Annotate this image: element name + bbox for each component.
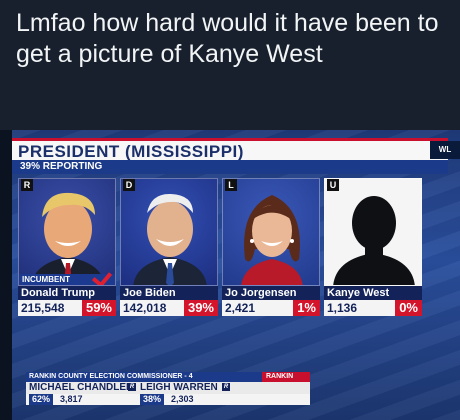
- station-logo: WL: [430, 141, 460, 159]
- vote-row: 142,018 39%: [120, 300, 218, 316]
- reporting-text: 39% REPORTING: [20, 161, 103, 172]
- candidate-name: Jo Jorgensen: [222, 286, 320, 300]
- vote-count: 1,136: [327, 301, 358, 315]
- screen-edge: [0, 130, 12, 420]
- candidate-name: Kanye West: [324, 286, 422, 300]
- ticker-candidate-1-pct: 62%: [29, 394, 54, 405]
- biden-portrait-icon: [133, 193, 207, 285]
- ticker-names-row: MICHAEL CHANDLER R LEIGH WARREN R: [26, 382, 310, 394]
- vote-percent: 1%: [293, 300, 320, 316]
- ticker-party-tag: R: [128, 383, 136, 392]
- vote-count: 2,421: [225, 301, 256, 315]
- candidate-photo-jorgensen: L: [222, 178, 320, 286]
- ticker-candidate-1-name: MICHAEL CHANDLER: [29, 382, 134, 393]
- ticker-numbers-row: 62% 3,817 38% 2,303: [26, 394, 310, 405]
- candidate-photo-trump: R INCUMBENT: [18, 178, 116, 286]
- candidate-name: Donald Trump: [18, 286, 116, 300]
- race-title: PRESIDENT (MISSISSIPPI): [18, 142, 244, 161]
- ticker-party-tag: R: [222, 383, 230, 392]
- party-badge: L: [225, 179, 237, 191]
- candidate-card-jorgensen: L Jo Jorgensen 2,421 1%: [222, 178, 320, 316]
- ticker-candidate-2-pct: 38%: [140, 394, 165, 405]
- ticker-race-label: RANKIN COUNTY ELECTION COMMISSIONER - 4: [26, 372, 262, 382]
- candidate-card-west: U Kanye West 1,136 0%: [324, 178, 422, 316]
- candidate-card-biden: D Joe Biden 142,018 39%: [120, 178, 218, 316]
- ticker-region: RANKIN: [262, 372, 310, 382]
- candidate-photo-placeholder: U: [324, 178, 422, 286]
- ticker-candidate-1-votes: 3,817: [60, 394, 83, 404]
- vote-row: 2,421 1%: [222, 300, 320, 316]
- candidate-photo-biden: D: [120, 178, 218, 286]
- winner-check-icon: [93, 268, 111, 284]
- vote-percent: 39%: [183, 300, 218, 316]
- ticker-candidate-2-votes: 2,303: [171, 394, 194, 404]
- silhouette-placeholder-icon: [333, 196, 415, 285]
- party-badge: U: [327, 179, 339, 191]
- tv-screenshot: PRESIDENT (MISSISSIPPI) WL 39% REPORTING…: [0, 130, 460, 420]
- vote-percent: 59%: [81, 300, 116, 316]
- vote-row: 1,136 0%: [324, 300, 422, 316]
- vote-count: 142,018: [123, 301, 167, 315]
- vote-percent: 0%: [395, 300, 422, 316]
- vote-count: 215,548: [21, 301, 65, 315]
- tweet-caption: Lmfao how hard would it have been to get…: [16, 9, 439, 68]
- candidate-name: Joe Biden: [120, 286, 218, 300]
- reporting-bar: 39% REPORTING: [12, 160, 448, 174]
- ticker-candidate-2-name: LEIGH WARREN: [140, 382, 218, 393]
- vote-row: 215,548 59%: [18, 300, 116, 316]
- results-header: PRESIDENT (MISSISSIPPI) WL: [12, 138, 460, 161]
- party-badge: R: [21, 179, 33, 191]
- candidate-card-trump: R INCUMBENT Donald Trump 215,548 59%: [18, 178, 116, 316]
- jorgensen-portrait-icon: [241, 195, 303, 285]
- party-badge: D: [123, 179, 135, 191]
